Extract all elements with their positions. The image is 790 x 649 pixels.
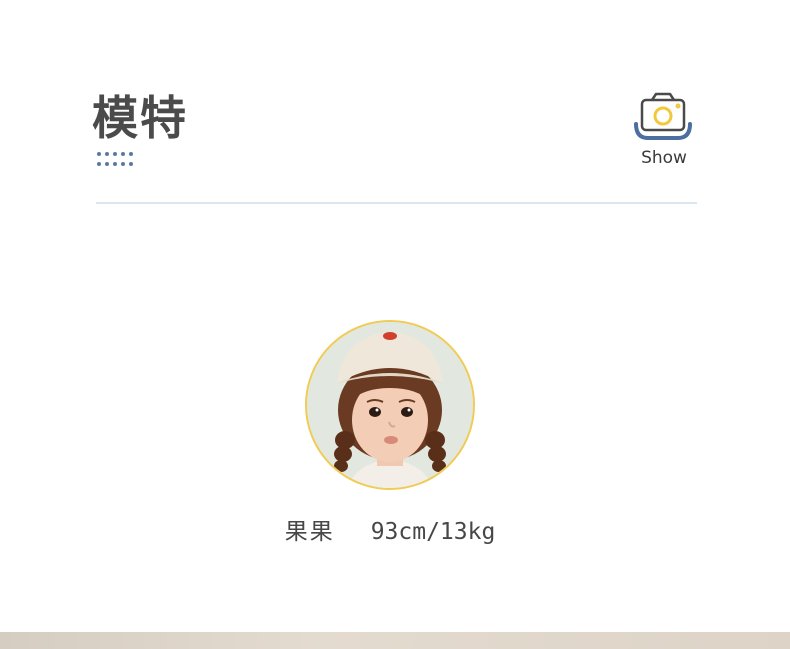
show-badge: Show	[628, 90, 700, 170]
show-label: Show	[641, 148, 687, 168]
divider	[96, 202, 697, 204]
camera-icon	[634, 92, 692, 140]
model-name: 果果	[284, 519, 335, 545]
dots-decoration	[97, 152, 133, 166]
bottom-band	[0, 632, 790, 649]
model-measurements: 93cm/13kg	[370, 519, 496, 545]
model-caption: 果果 93cm/13kg	[240, 512, 540, 546]
model-avatar	[305, 320, 475, 490]
section-title: 模特	[92, 91, 188, 145]
child-portrait	[307, 322, 473, 488]
model-section: 模特 Show 果果 93cm/13kg	[0, 0, 790, 649]
